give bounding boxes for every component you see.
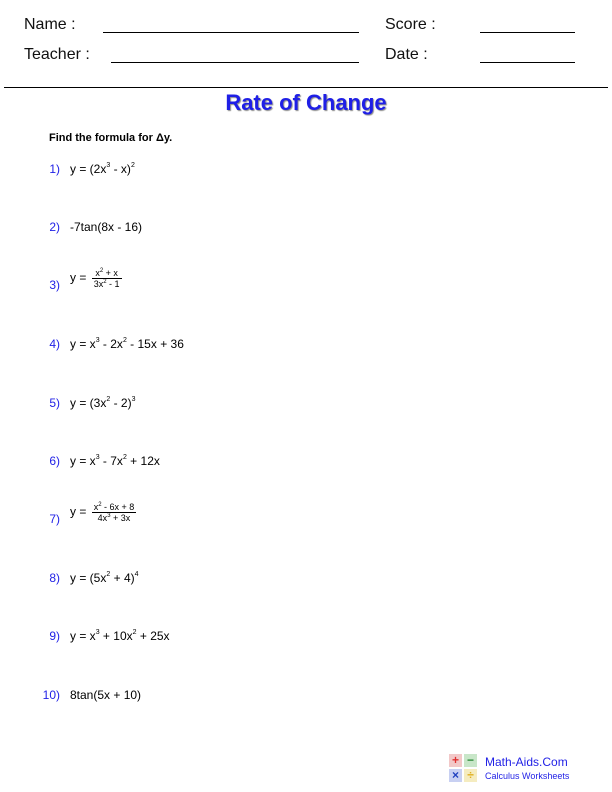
math-aids-logo: + − × ÷ — [449, 754, 479, 784]
fraction: x2 + x 3x2 - 1 — [91, 268, 122, 289]
problem-expression: y = (2x3 - x)2 — [70, 162, 135, 176]
plus-icon: + — [449, 754, 462, 767]
problem-expression: y = x3 + 10x2 + 25x — [70, 629, 170, 643]
problem-number: 5) — [49, 396, 60, 410]
problem-number: 3) — [49, 278, 60, 292]
problem-number: 6) — [49, 454, 60, 468]
name-label: Name : — [24, 16, 76, 33]
problem-expression: y = x2 + x 3x2 - 1 — [70, 268, 122, 289]
problem-expression: y = x2 - 6x + 8 4x3 + 3x — [70, 502, 137, 523]
score-label: Score : — [385, 16, 436, 33]
times-icon: × — [449, 769, 462, 782]
problem-expression: y = (5x2 + 4)4 — [70, 571, 139, 585]
logo-title: Math-Aids.Com — [485, 755, 568, 769]
problem-expression: 8tan(5x + 10) — [70, 688, 142, 702]
problem-number: 2) — [49, 220, 60, 234]
logo-subtitle: Calculus Worksheets — [485, 771, 570, 781]
page-title: Rate of Change — [225, 90, 387, 115]
header-divider — [4, 87, 608, 88]
problem-number: 9) — [49, 629, 60, 643]
problem-number: 10) — [42, 688, 60, 702]
minus-icon: − — [464, 754, 477, 767]
divide-icon: ÷ — [464, 769, 477, 782]
date-label: Date : — [385, 46, 428, 63]
problem-expression: y = (3x2 - 2)3 — [70, 396, 136, 410]
problem-number: 4) — [49, 337, 60, 351]
problem-expression: y = x3 - 7x2 + 12x — [70, 454, 160, 468]
teacher-field[interactable] — [111, 62, 359, 63]
fraction: x2 - 6x + 8 4x3 + 3x — [91, 502, 137, 523]
name-field[interactable] — [103, 32, 359, 33]
problem-number: 1) — [49, 162, 60, 176]
problem-expression: -7tan(8x - 16) — [70, 220, 143, 234]
date-field[interactable] — [480, 62, 575, 63]
problem-number: 8) — [49, 571, 60, 585]
instructions: Find the formula for Δy. — [49, 132, 173, 144]
problem-expression: y = x3 - 2x2 - 15x + 36 — [70, 337, 184, 351]
teacher-label: Teacher : — [24, 46, 90, 63]
score-field[interactable] — [480, 32, 575, 33]
problem-number: 7) — [49, 512, 60, 526]
